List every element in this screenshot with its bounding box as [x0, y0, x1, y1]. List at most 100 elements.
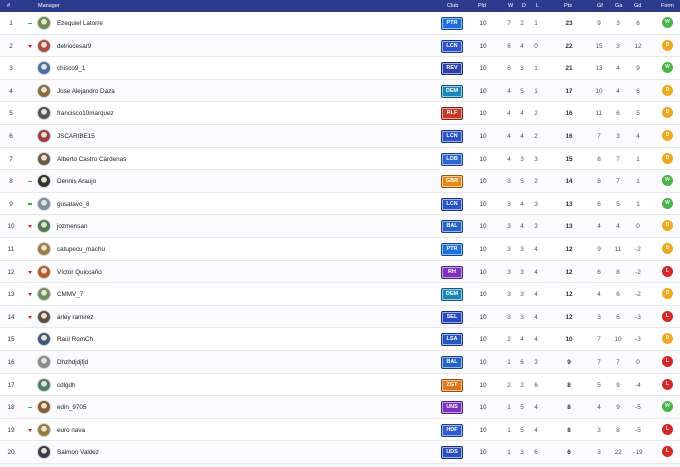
- club-badge[interactable]: ZGT: [441, 378, 463, 392]
- wins: 1: [507, 404, 511, 412]
- club-badge[interactable]: LCN: [441, 39, 463, 53]
- position: 14: [7, 313, 15, 321]
- played: 10: [479, 155, 487, 163]
- club-badge[interactable]: REV: [441, 62, 463, 76]
- table-row[interactable]: 14 arley ramirez SEL 10 3 3 4 12 3 6 -3 L: [0, 305, 680, 329]
- draws: 3: [520, 268, 524, 276]
- played: 10: [479, 178, 487, 186]
- club-badge[interactable]: RLF: [441, 107, 463, 121]
- goals-for: 3: [597, 313, 601, 321]
- manager-name[interactable]: jozmensan: [57, 223, 87, 230]
- manager-name[interactable]: gusatavo_8: [57, 201, 90, 208]
- manager-name[interactable]: edin_9705: [57, 404, 86, 411]
- manager-name[interactable]: Dennis Araujo: [57, 178, 96, 185]
- wins: 3: [507, 268, 511, 276]
- table-row[interactable]: 2 delriocesar9 LCN 10 6 4 0 22 15 3 12 D: [0, 34, 680, 58]
- club-badge[interactable]: PTR: [441, 242, 463, 256]
- points: 6: [567, 449, 571, 457]
- club-badge[interactable]: LCN: [441, 129, 463, 143]
- club-badge[interactable]: SEL: [441, 310, 463, 324]
- club-badge[interactable]: RH: [441, 265, 463, 279]
- draws: 4: [520, 110, 524, 118]
- manager-name[interactable]: francisco10marquez: [57, 110, 114, 117]
- goal-difference: -2: [635, 268, 641, 276]
- table-row[interactable]: 5 francisco10marquez RLF 10 4 4 2 16 11 6 5 D: [0, 102, 680, 125]
- goal-difference: 1: [636, 155, 640, 163]
- table-row[interactable]: 15 Raúl RomCh LSA 10 2 4 4 10 7 10 -3 D: [0, 328, 680, 351]
- wins: 3: [507, 245, 511, 253]
- club-badge[interactable]: HDF: [441, 423, 463, 437]
- table-row[interactable]: 7 Alberto Castro Cárdenas LOB 10 4 3 3 15 8 7 1 D: [0, 147, 680, 171]
- club-badge[interactable]: UDS: [441, 446, 463, 460]
- table-row[interactable]: 1 Ezequiel Latorre PTR 10 7 2 1 23 9 3 6 W: [0, 12, 680, 35]
- wins: 4: [507, 110, 511, 118]
- club-badge[interactable]: UNS: [441, 401, 463, 415]
- manager-name[interactable]: euro nava: [57, 427, 85, 434]
- played: 10: [479, 268, 487, 276]
- manager-name[interactable]: Víctor Quiccaño: [57, 269, 102, 276]
- draws: 4: [520, 200, 524, 208]
- header-manager: Manager: [38, 3, 60, 9]
- avatar: [37, 309, 51, 324]
- goals-against: 8: [616, 426, 620, 434]
- table-row[interactable]: 20 Salmon Valdez UDS 10 1 3 6 6 3 22 -19 L: [0, 441, 680, 464]
- goals-for: 13: [595, 65, 603, 73]
- table-row[interactable]: 6 JSCARIBE15 LCN 10 4 4 2 16 7 3 4 D: [0, 124, 680, 148]
- trend-none-icon: [28, 134, 34, 139]
- manager-name[interactable]: Dhzhdjdjfjd: [57, 359, 88, 366]
- table-row[interactable]: 11 catupecu_machu PTR 10 3 3 4 12 9 11 -2 D: [0, 237, 680, 261]
- club-badge[interactable]: BAL: [441, 355, 463, 369]
- club-badge[interactable]: DEM: [441, 288, 463, 302]
- manager-name[interactable]: Jose Alejandro Daza: [57, 88, 115, 95]
- table-row[interactable]: 10 jozmensan BAL 10 3 4 3 13 4 4 0 D: [0, 215, 680, 238]
- wins: 1: [507, 449, 511, 457]
- table-row[interactable]: 12 Víctor Quiccaño RH 10 3 3 4 12 6 8 -2 L: [0, 260, 680, 284]
- avatar: [37, 196, 51, 211]
- manager-name[interactable]: delriocesar9: [57, 43, 91, 50]
- manager-name[interactable]: JSCARIBE15: [57, 133, 95, 140]
- table-row[interactable]: 3 chisco9_1 REV 10 6 3 1 21 13 4 9 W: [0, 57, 680, 80]
- manager-name[interactable]: Salmon Valdez: [57, 449, 99, 456]
- played: 10: [479, 110, 487, 118]
- club-badge[interactable]: LSA: [441, 333, 463, 347]
- played: 10: [479, 87, 487, 95]
- goals-for: 8: [597, 155, 601, 163]
- club-badge[interactable]: LCN: [441, 197, 463, 211]
- club-badge[interactable]: DEM: [441, 84, 463, 98]
- goal-difference: 6: [636, 87, 640, 95]
- goals-for: 11: [595, 110, 603, 118]
- manager-name[interactable]: catupecu_machu: [57, 246, 105, 253]
- table-row[interactable]: 4 Jose Alejandro Daza DEM 10 4 5 1 17 10 4 6 D: [0, 79, 680, 103]
- table-row[interactable]: 18 edin_9705 UNS 10 1 5 4 8 4 9 -5 W: [0, 396, 680, 419]
- played: 10: [479, 245, 487, 253]
- club-badge[interactable]: LOB: [441, 152, 463, 166]
- trend-down-icon: [28, 270, 34, 275]
- header-pts: Pts: [564, 3, 572, 9]
- table-row[interactable]: 19 euro nava HDF 10 1 5 4 8 3 8 -5 L: [0, 418, 680, 442]
- table-row[interactable]: 16 Dhzhdjdjfjd BAL 10 1 6 3 9 7 7 0 L: [0, 350, 680, 374]
- manager-name[interactable]: Raúl RomCh: [57, 336, 93, 343]
- table-row[interactable]: 9 gusatavo_8 LCN 10 3 4 3 13 6 5 1 W: [0, 192, 680, 216]
- manager-name[interactable]: arley ramirez: [57, 314, 93, 321]
- manager-name[interactable]: Ezequiel Latorre: [57, 20, 103, 27]
- played: 10: [479, 200, 487, 208]
- table-row[interactable]: 8 Dennis Araujo GBR 10 3 5 2 14 8 7 1 W: [0, 170, 680, 193]
- manager-name[interactable]: Alberto Castro Cárdenas: [57, 156, 126, 163]
- manager-name[interactable]: cdlgdh: [57, 382, 76, 389]
- losses: 4: [534, 268, 538, 276]
- draws: 5: [520, 404, 524, 412]
- table-row[interactable]: 13 CMMV_7 DEM 10 3 3 4 12 4 6 -2 D: [0, 283, 680, 306]
- table-row[interactable]: 17 cdlgdh ZGT 10 2 2 6 8 5 9 -4 L: [0, 373, 680, 397]
- manager-name[interactable]: CMMV_7: [57, 291, 83, 298]
- draws: 2: [520, 381, 524, 389]
- club-badge[interactable]: GBR: [441, 175, 463, 189]
- manager-name[interactable]: chisco9_1: [57, 65, 85, 72]
- form-badge: L: [662, 423, 673, 435]
- wins: 6: [507, 65, 511, 73]
- club-badge[interactable]: BAL: [441, 220, 463, 234]
- points: 22: [565, 42, 573, 50]
- club-badge[interactable]: PTR: [441, 17, 463, 30]
- table-header: # Manager Club Pld W D L Pts Gf Ga Gd Fo…: [0, 0, 680, 12]
- trend-none-icon: [28, 383, 34, 388]
- draws: 6: [520, 358, 524, 366]
